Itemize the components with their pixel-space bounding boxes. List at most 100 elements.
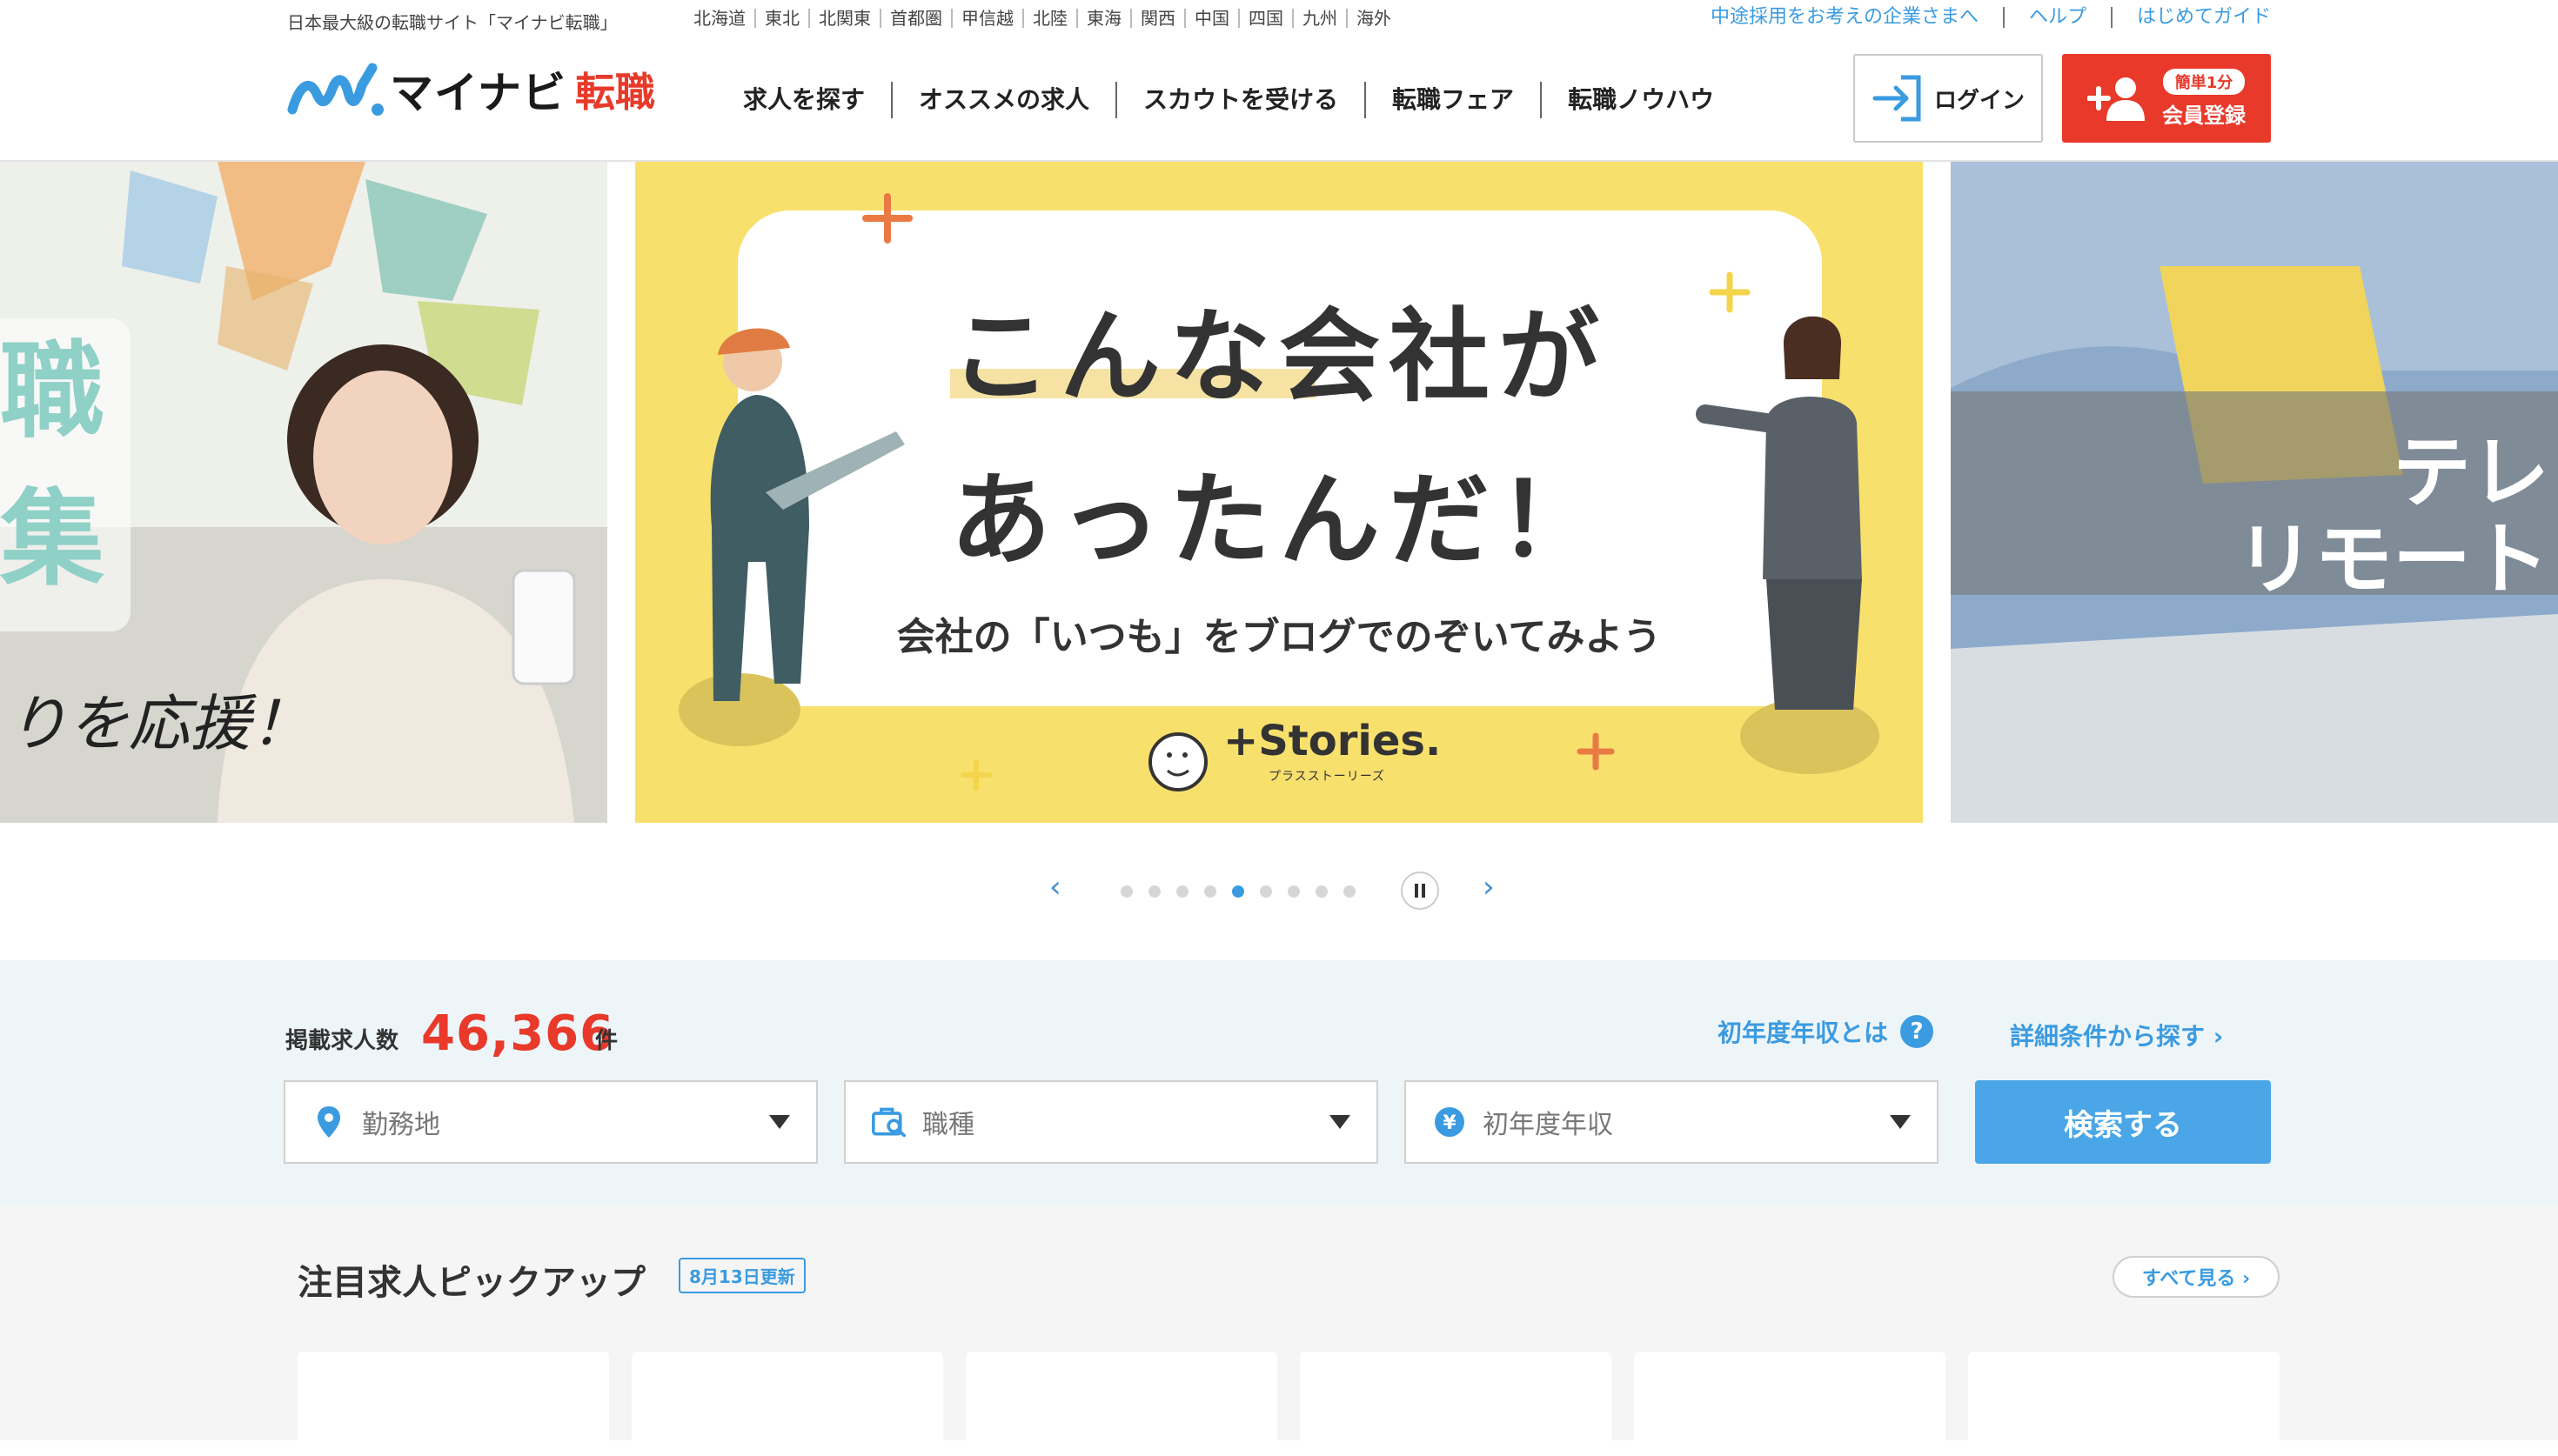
chevron-left-icon[interactable]: ‹ [1049, 870, 1061, 905]
slide-left-script: りを応援！ [7, 688, 311, 759]
register-button[interactable]: 簡単1分 会員登録 [2062, 54, 2271, 143]
yen-icon: ¥ [1432, 1105, 1467, 1139]
region-link[interactable]: 海外 [1346, 9, 1400, 28]
slide-next[interactable]: テレ リモート [1951, 162, 2558, 823]
carousel-dot[interactable] [1316, 885, 1328, 898]
carousel-dot[interactable] [1204, 885, 1216, 898]
region-links: 北海道 東北 北関東 首都圏 甲信越 北陸 東海 関西 中国 四国 九州 海外 [693, 9, 1400, 28]
region-link[interactable]: 甲信越 [951, 9, 1022, 28]
slide-headline-line2: あったんだ！ [950, 462, 1608, 579]
region-link[interactable]: 北海道 [693, 9, 754, 28]
slide-left-kanji-2: 集 [0, 479, 104, 600]
nav-scout[interactable]: スカウトを受ける [1115, 82, 1364, 118]
job-type-select-text: 職種 [922, 1110, 974, 1140]
job-count-label: 掲載求人数 [285, 1028, 399, 1054]
featured-job-card[interactable] [632, 1352, 943, 1456]
region-link[interactable]: 東北 [754, 9, 808, 28]
beginner-guide-link[interactable]: はじめてガイド [2110, 7, 2271, 28]
logo-accent: 転職 [575, 69, 655, 116]
region-link[interactable]: 北関東 [808, 9, 880, 28]
featured-job-card[interactable] [1300, 1352, 1611, 1456]
region-link[interactable]: 首都圏 [880, 9, 951, 28]
caret-down-icon [1329, 1115, 1350, 1129]
register-label: 会員登録 [2162, 103, 2246, 128]
login-icon [1872, 75, 1921, 122]
featured-job-card[interactable] [298, 1352, 609, 1456]
featured-job-card[interactable] [1634, 1352, 1945, 1456]
register-text: 簡単1分 会員登録 [2162, 68, 2246, 129]
carousel-dot[interactable] [1260, 885, 1272, 898]
carousel-dot[interactable] [1288, 885, 1300, 898]
location-select-text: 勤務地 [362, 1110, 440, 1140]
slide-left-kanji: 職 集 [0, 318, 131, 631]
region-link[interactable]: 東海 [1076, 9, 1130, 28]
slide-subline: 会社の「いつも」をブログでのぞいてみよう [896, 615, 1662, 659]
nav-recommended-jobs[interactable]: オススメの求人 [891, 82, 1115, 118]
search-button[interactable]: 検索する [1975, 1080, 2271, 1164]
slide-right-text-2: リモート [2236, 514, 2549, 605]
region-link[interactable]: 北陸 [1022, 9, 1076, 28]
carousel-dot-active[interactable] [1232, 885, 1244, 898]
job-count-unit: 件 [595, 1028, 619, 1054]
stories-brand-kana: プラスストーリーズ [1269, 770, 1386, 784]
job-count-value: 46,366 [421, 1005, 615, 1062]
help-link[interactable]: ヘルプ [2002, 7, 2111, 28]
job-type-select[interactable]: 職種 [844, 1080, 1378, 1164]
location-pin-icon [311, 1105, 346, 1139]
slide-previous[interactable]: 職 集 りを応援！ [0, 162, 607, 823]
updated-date-badge: 8月13日更新 [679, 1258, 806, 1293]
slide-headline-line1: こんな会社が [950, 298, 1608, 416]
logo-text: マイナビ [390, 68, 566, 118]
pause-icon [1415, 884, 1425, 898]
nav-job-fair[interactable]: 転職フェア [1364, 82, 1540, 118]
region-link[interactable]: 関西 [1130, 9, 1184, 28]
carousel-dot[interactable] [1121, 885, 1133, 898]
featured-jobs-section: 注目求人ピックアップ 8月13日更新 すべて見る › [0, 1206, 2558, 1456]
featured-jobs-title: 注目求人ピックアップ [298, 1263, 646, 1303]
featured-job-card[interactable] [966, 1352, 1277, 1456]
income-help-label: 初年度年収とは [1718, 1019, 1889, 1047]
pause-button[interactable] [1401, 872, 1439, 910]
utility-links: 中途採用をお考えの企業さまへ ヘルプ はじめてガイド [1686, 7, 2271, 28]
global-nav: 求人を探す オススメの求人 スカウトを受ける 転職フェア 転職ノウハウ [715, 82, 1740, 118]
site-header: マイナビ 転職 求人を探す オススメの求人 スカウトを受ける 転職フェア 転職ノ… [0, 42, 2558, 162]
chevron-right-icon[interactable]: › [1483, 870, 1495, 905]
income-select[interactable]: ¥ 初年度年収 [1404, 1080, 1939, 1164]
carousel-dots [1121, 885, 1371, 898]
nav-know-how[interactable]: 転職ノウハウ [1540, 82, 1740, 118]
hero-carousel: 職 集 りを応援！ こんな会社が あったんだ！ 会社の「いつも」をブログでのぞい… [0, 162, 2558, 823]
region-link[interactable]: 中国 [1184, 9, 1238, 28]
add-user-icon [2087, 77, 2145, 121]
stories-brand-name: +Stories. [1223, 717, 1442, 765]
register-badge: 簡単1分 [2162, 68, 2246, 95]
caret-down-icon [769, 1115, 790, 1129]
income-select-text: 初年度年収 [1483, 1110, 1613, 1140]
see-all-button[interactable]: すべて見る › [2113, 1256, 2280, 1298]
top-bar: 日本最大級の転職サイト「マイナビ転職」 北海道 東北 北関東 首都圏 甲信越 北… [0, 0, 2558, 42]
caret-down-icon [1890, 1115, 1911, 1129]
logo-mark-icon [287, 63, 384, 116]
region-link[interactable]: 四国 [1238, 9, 1292, 28]
carousel-dot[interactable] [1148, 885, 1161, 898]
carousel-dot[interactable] [1176, 885, 1189, 898]
login-button[interactable]: ログイン [1853, 54, 2043, 143]
stories-brand: +Stories. プラスストーリーズ [1147, 717, 1442, 784]
site-tagline: 日本最大級の転職サイト「マイナビ転職」 [287, 12, 618, 33]
carousel-dot[interactable] [1343, 885, 1356, 898]
job-search-panel: 掲載求人数 46,366 件 初年度年収とは ? 詳細条件から探す › 勤務地 … [0, 960, 2558, 1206]
featured-job-card[interactable] [1968, 1352, 2280, 1456]
nav-search-jobs[interactable]: 求人を探す [715, 82, 891, 118]
detail-search-link[interactable]: 詳細条件から探す › [2010, 1018, 2223, 1052]
carousel-controls: ‹ › [0, 858, 2558, 927]
slide-current-stories[interactable]: こんな会社が あったんだ！ 会社の「いつも」をブログでのぞいてみよう +Stor… [635, 162, 1923, 823]
region-link[interactable]: 九州 [1292, 9, 1346, 28]
site-logo[interactable]: マイナビ 転職 [287, 59, 655, 120]
login-label: ログイン [1933, 87, 2025, 114]
job-search-icon [872, 1105, 907, 1139]
income-help-link[interactable]: 初年度年収とは ? [1718, 1014, 1934, 1049]
location-select[interactable]: 勤務地 [284, 1080, 818, 1164]
question-icon: ? [1900, 1015, 1934, 1048]
svg-text:¥: ¥ [1443, 1112, 1456, 1134]
employer-link[interactable]: 中途採用をお考えの企業さまへ [1686, 7, 2003, 28]
slide-left-kanji-1: 職 [0, 331, 104, 452]
